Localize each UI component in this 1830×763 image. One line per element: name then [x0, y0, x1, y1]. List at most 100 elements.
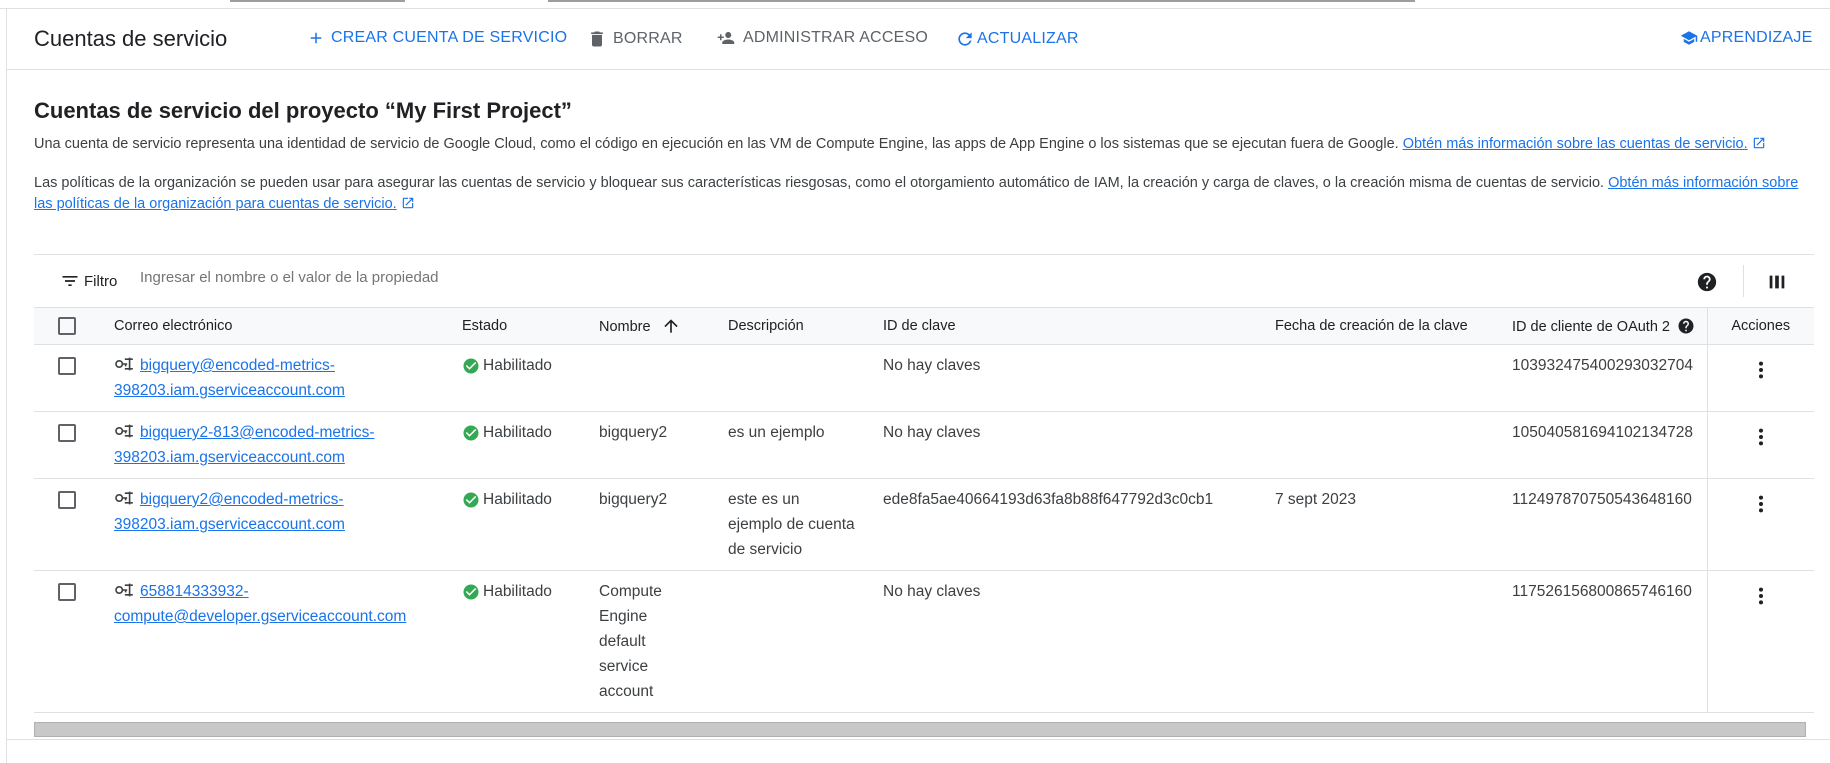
email-line-2: compute@developer.gserviceaccount.com	[114, 608, 407, 625]
service-accounts-table: Correo electrónico Estado Nombre Descrip…	[34, 308, 1814, 713]
row-checkbox[interactable]	[58, 583, 76, 601]
status-text: Habilitado	[483, 583, 552, 600]
page-title: Cuentas de servicio	[34, 26, 228, 51]
policy-text: Las políticas de la organización se pued…	[34, 175, 1605, 191]
status-badge: Habilitado	[462, 420, 591, 445]
description-cell	[720, 570, 875, 713]
column-header-description[interactable]: Descripción	[720, 308, 875, 345]
help-icon[interactable]	[1696, 271, 1718, 293]
check-circle-icon	[463, 358, 479, 374]
column-header-actions: Acciones	[1706, 308, 1814, 345]
status-text: Habilitado	[483, 424, 552, 441]
filter-icon	[62, 276, 78, 286]
email-cell: 658814333932- compute@developer.gservicea…	[106, 570, 454, 713]
arrow-up-icon[interactable]	[661, 316, 681, 336]
row-select-cell	[34, 344, 106, 412]
email-cell: bigquery2-813@encoded-metrics- 398203.iam…	[106, 411, 454, 479]
name-cell: bigquery2	[591, 478, 720, 571]
column-header-oauth-id[interactable]: ID de cliente de OAuth 2	[1504, 308, 1707, 345]
service-account-icon	[115, 424, 133, 438]
service-account-email-link[interactable]: bigquery2@encoded-metrics- 398203.iam.gse…	[114, 491, 345, 533]
status-cell: Habilitado	[454, 570, 591, 713]
refresh-button[interactable]: ACTUALIZAR	[955, 29, 1079, 49]
row-select-cell	[34, 478, 106, 571]
row-checkbox[interactable]	[58, 491, 76, 509]
learn-more-service-accounts-link[interactable]: Obtén más información sobre las cuentas …	[1403, 136, 1748, 152]
check-circle-icon	[463, 492, 479, 508]
top-strip-segment	[230, 0, 405, 2]
email-line-1: bigquery@encoded-metrics-	[140, 357, 335, 374]
check-circle-icon	[463, 425, 479, 441]
create-service-account-label: CREAR CUENTA DE SERVICIO	[331, 29, 568, 46]
select-all-cell	[34, 308, 106, 345]
service-account-email-link[interactable]: 658814333932- compute@developer.gservicea…	[114, 583, 406, 625]
name-cell	[591, 344, 720, 412]
filter-button[interactable]: Filtro	[60, 271, 117, 291]
table-row: bigquery2-813@encoded-metrics- 398203.iam…	[34, 411, 1814, 479]
status-text: Habilitado	[483, 491, 552, 508]
oauth-id-cell: 117526156800865746160	[1504, 570, 1707, 713]
more-vert-icon[interactable]	[1750, 493, 1772, 515]
trash-icon	[591, 31, 603, 47]
status-badge: Habilitado	[462, 487, 591, 512]
column-header-name[interactable]: Nombre	[591, 308, 720, 345]
name-cell: Compute Engine default service account	[591, 570, 720, 713]
description-cell	[720, 344, 875, 412]
oauth-id-cell: 105040581694102134728	[1504, 411, 1707, 479]
email-line-1: 658814333932-	[140, 583, 249, 600]
table-header-row: Correo electrónico Estado Nombre Descrip…	[34, 308, 1814, 345]
actions-cell	[1706, 570, 1814, 713]
row-checkbox[interactable]	[58, 424, 76, 442]
service-account-icon	[115, 583, 133, 597]
check-circle-icon	[463, 584, 479, 600]
name-cell: bigquery2	[591, 411, 720, 479]
actions-cell	[1706, 344, 1814, 412]
description-cell: este es un ejemplo de cuenta de servicio	[720, 478, 875, 571]
help-icon[interactable]	[1677, 317, 1695, 335]
actions-cell	[1706, 478, 1814, 571]
email-line-2: 398203.iam.gserviceaccount.com	[114, 382, 345, 399]
manage-access-label: ADMINISTRAR ACCESO	[743, 29, 928, 46]
refresh-label: ACTUALIZAR	[977, 30, 1079, 47]
bottom-divider	[7, 739, 1830, 740]
filter-input[interactable]	[138, 268, 842, 287]
service-account-email-link[interactable]: bigquery2-813@encoded-metrics- 398203.iam…	[114, 424, 375, 466]
column-header-key-id[interactable]: ID de clave	[875, 308, 1267, 345]
left-divider	[6, 8, 7, 763]
email-cell: bigquery@encoded-metrics- 398203.iam.gser…	[106, 344, 454, 412]
service-account-icon	[115, 491, 133, 505]
column-header-key-date[interactable]: Fecha de creación de la clave	[1267, 308, 1504, 345]
key-date-cell	[1267, 344, 1504, 412]
email-line-2: 398203.iam.gserviceaccount.com	[114, 516, 345, 533]
column-header-status[interactable]: Estado	[454, 308, 591, 345]
delete-label: BORRAR	[613, 30, 683, 47]
create-service-account-button[interactable]: CREAR CUENTA DE SERVICIO	[307, 29, 567, 47]
more-vert-icon[interactable]	[1750, 359, 1772, 381]
select-all-checkbox[interactable]	[58, 317, 76, 335]
key-id-cell: No hay claves	[875, 570, 1267, 713]
description-cell: es un ejemplo	[720, 411, 875, 479]
column-display-icon[interactable]	[1766, 271, 1788, 293]
more-vert-icon[interactable]	[1750, 585, 1772, 607]
service-account-icon	[115, 357, 133, 371]
more-vert-icon[interactable]	[1750, 426, 1772, 448]
top-strip	[0, 0, 1830, 9]
filter-bar: Filtro	[34, 254, 1814, 308]
delete-button[interactable]: BORRAR	[587, 29, 683, 49]
row-checkbox[interactable]	[58, 357, 76, 375]
school-icon	[1680, 31, 1698, 45]
row-select-cell	[34, 570, 106, 713]
intro-section: Cuentas de servicio del proyecto “My Fir…	[34, 98, 1814, 215]
key-date-cell	[1267, 411, 1504, 479]
status-text: Habilitado	[483, 357, 552, 374]
learn-button[interactable]: APRENDIZAJE	[1679, 29, 1812, 47]
top-strip-segment	[548, 0, 1415, 2]
key-date-cell	[1267, 570, 1504, 713]
manage-access-button[interactable]: ADMINISTRAR ACCESO	[715, 29, 928, 47]
column-header-email[interactable]: Correo electrónico	[106, 308, 454, 345]
service-account-email-link[interactable]: bigquery@encoded-metrics- 398203.iam.gser…	[114, 357, 345, 399]
horizontal-scrollbar[interactable]	[34, 722, 1806, 737]
status-cell: Habilitado	[454, 411, 591, 479]
key-id-cell: No hay claves	[875, 411, 1267, 479]
service-accounts-table-container: Filtro Correo electrónico Estado Nombre …	[34, 254, 1814, 713]
